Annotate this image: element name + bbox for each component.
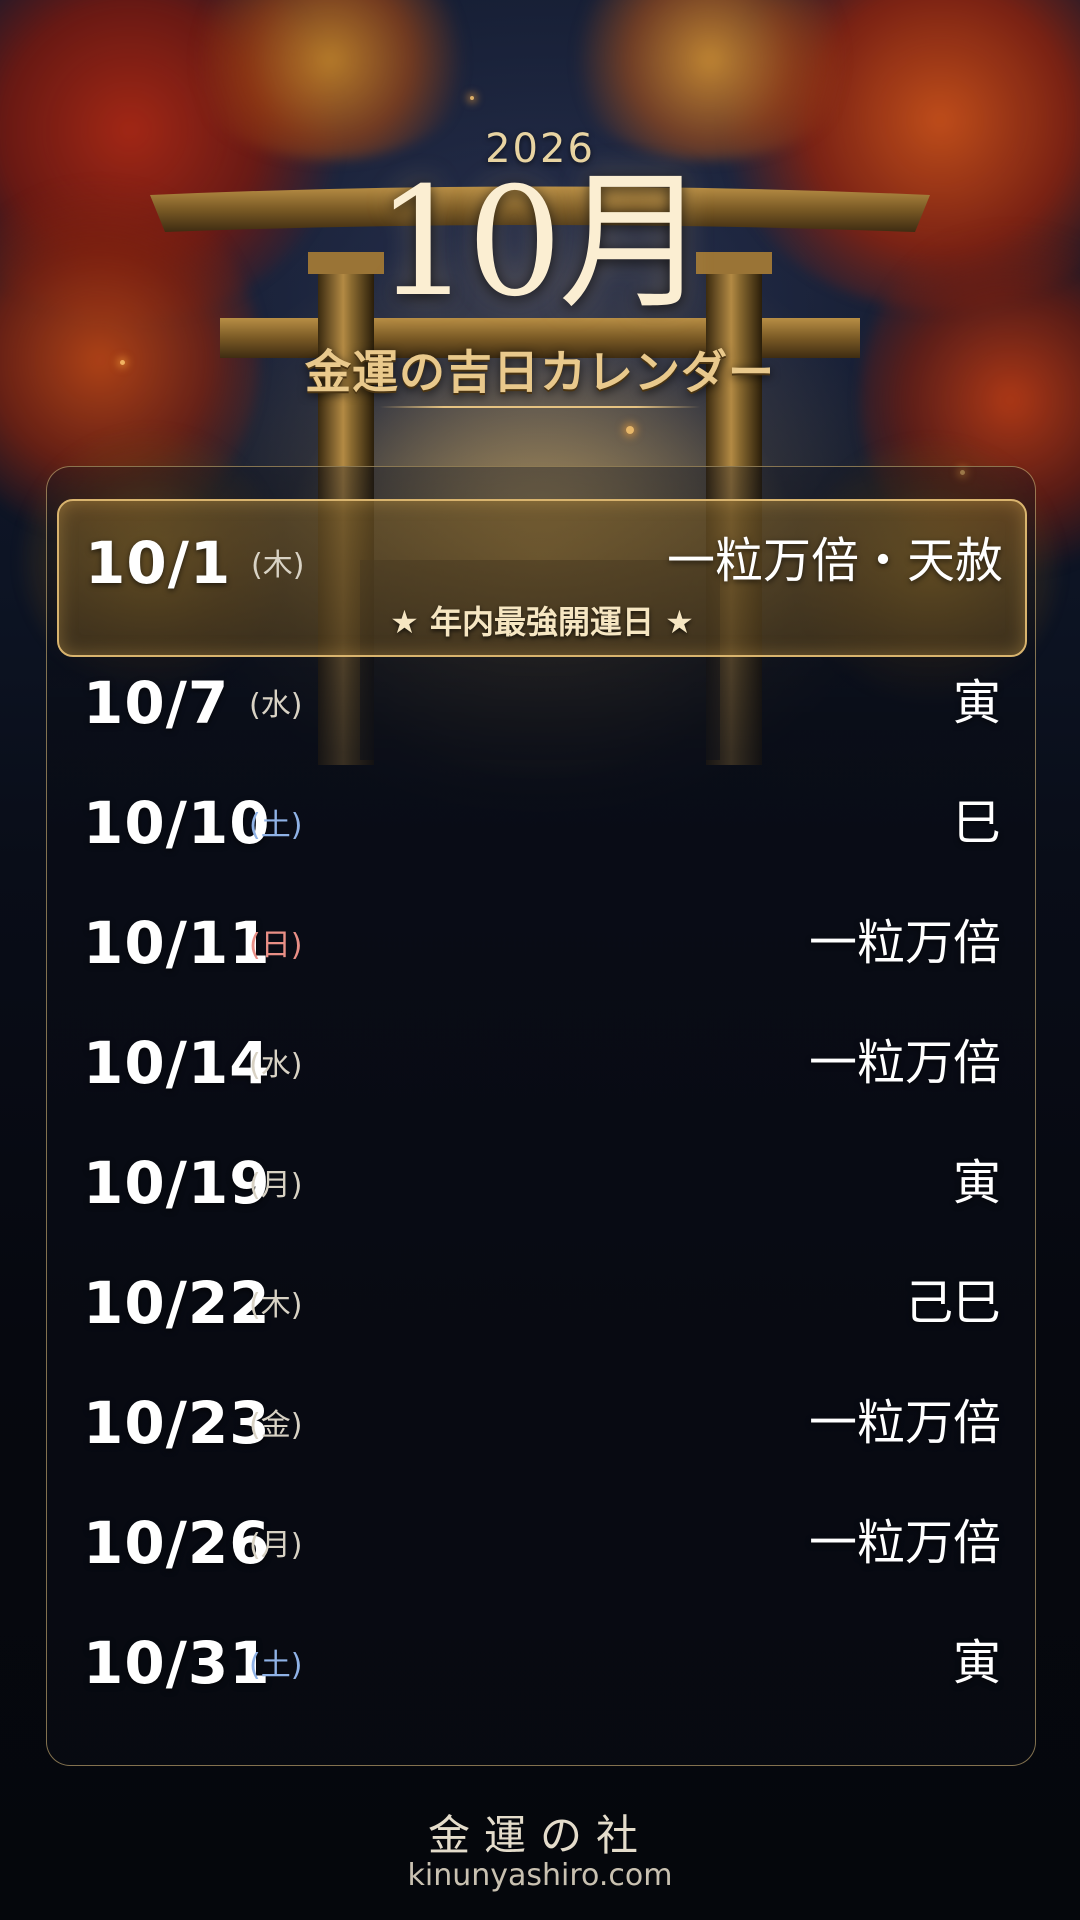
- date-label: 10/22: [83, 1269, 271, 1337]
- lucky-day-type: 己巳: [904, 1275, 1001, 1331]
- calendar-row: 10/23 (金) 一粒万倍: [47, 1363, 1035, 1483]
- weekday-label: (木): [251, 548, 305, 583]
- date-label: 10/19: [83, 1149, 271, 1217]
- date-label: 10/1: [85, 529, 232, 597]
- calendar-row: 10/10 (土) 巳: [47, 763, 1035, 883]
- date-label: 10/10: [83, 789, 271, 857]
- calendar-panel: 10/1 (木) 一粒万倍・天赦 ★ 年内最強開運日 ★ 10/7 (水) 寅 10/…: [46, 466, 1036, 1766]
- lucky-day-type: 一粒万倍: [808, 1395, 1001, 1451]
- light-sparkle: [626, 426, 634, 434]
- weekday-label: (土): [249, 808, 303, 843]
- weekday-label: (水): [249, 1048, 303, 1083]
- lucky-day-type: 一粒万倍: [808, 1515, 1001, 1571]
- weekday-label: (水): [249, 688, 303, 723]
- strongest-day-banner: ★ 年内最強開運日 ★: [390, 603, 694, 641]
- weekday-label: (土): [249, 1648, 303, 1683]
- date-label: 10/26: [83, 1509, 271, 1577]
- weekday-label: (月): [249, 1528, 303, 1563]
- lucky-day-type: 一粒万倍: [808, 1035, 1001, 1091]
- calendar-row: 10/11 (日) 一粒万倍: [47, 883, 1035, 1003]
- date-label: 10/7: [83, 669, 230, 737]
- lucky-day-type: 一粒万倍: [808, 915, 1001, 971]
- calendar-row: 10/26 (月) 一粒万倍: [47, 1483, 1035, 1603]
- title-divider: [380, 406, 700, 408]
- weekday-label: (月): [249, 1168, 303, 1203]
- lucky-day-type: 一粒万倍・天赦: [666, 533, 1003, 589]
- date-label: 10/14: [83, 1029, 271, 1097]
- site-url[interactable]: kinunyashiro.com: [0, 1858, 1080, 1893]
- lucky-day-type: 寅: [952, 675, 1001, 731]
- month-title: 10月: [375, 156, 709, 330]
- calendar-row: 10/7 (水) 寅: [47, 643, 1035, 763]
- weekday-label: (木): [249, 1288, 303, 1323]
- date-label: 10/23: [83, 1389, 271, 1457]
- date-label: 10/31: [83, 1629, 271, 1697]
- calendar-row: 10/14 (水) 一粒万倍: [47, 1003, 1035, 1123]
- weekday-label: (日): [249, 928, 303, 963]
- lucky-day-type: 巳: [952, 795, 1001, 851]
- lucky-day-type: 寅: [952, 1155, 1001, 1211]
- light-sparkle: [470, 96, 474, 100]
- date-label: 10/11: [83, 909, 271, 977]
- calendar-title: 金運の吉日カレンダー: [305, 345, 775, 399]
- calendar-row: 10/19 (月) 寅: [47, 1123, 1035, 1243]
- calendar-row: 10/31 (土) 寅: [47, 1603, 1035, 1723]
- highlight-row: 10/1 (木) 一粒万倍・天赦 ★ 年内最強開運日 ★: [57, 499, 1027, 657]
- brand-name: 金運の社: [427, 1811, 652, 1860]
- calendar-row: 10/22 (木) 己巳: [47, 1243, 1035, 1363]
- lucky-day-type: 寅: [952, 1635, 1001, 1691]
- weekday-label: (金): [249, 1408, 303, 1443]
